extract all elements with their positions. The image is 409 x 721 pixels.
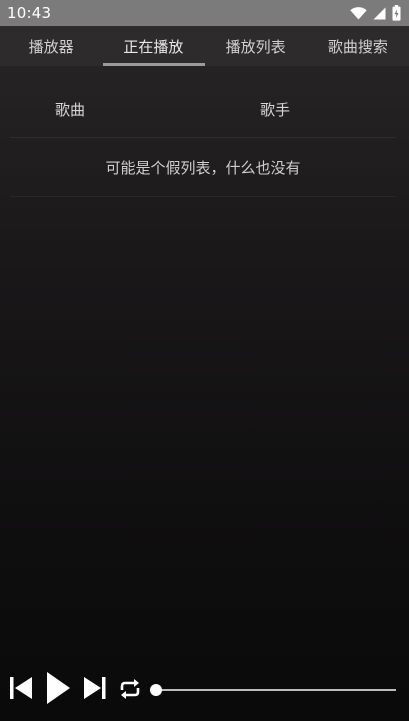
- signal-icon: [373, 7, 386, 20]
- list-header: 歌曲 歌手: [10, 82, 396, 138]
- status-bar: 10:43: [0, 0, 409, 26]
- column-header-song: 歌曲: [55, 101, 86, 119]
- tab-now-playing[interactable]: 正在播放: [102, 26, 205, 66]
- wifi-icon: [350, 6, 367, 20]
- player-controls: [0, 667, 409, 713]
- seek-bar[interactable]: [150, 684, 396, 696]
- play-button[interactable]: [46, 672, 70, 704]
- list-item[interactable]: 可能是个假列表，什么也没有: [10, 139, 396, 197]
- status-time: 10:43: [7, 4, 52, 22]
- column-header-artist: 歌手: [260, 101, 291, 119]
- loop-icon: [120, 679, 140, 699]
- app-root: 10:43 播放器 正在播放 播放列表 歌曲搜索 歌曲 歌手 可能是个假列表，什…: [0, 0, 409, 721]
- play-icon: [47, 672, 70, 704]
- next-button[interactable]: [84, 677, 106, 699]
- tab-song-search[interactable]: 歌曲搜索: [307, 26, 409, 66]
- seek-thumb[interactable]: [150, 684, 162, 696]
- seek-track: [156, 689, 396, 691]
- tab-player[interactable]: 播放器: [0, 26, 102, 66]
- skip-previous-icon: [10, 677, 32, 699]
- battery-icon: [392, 5, 401, 21]
- tab-playlist[interactable]: 播放列表: [205, 26, 307, 66]
- previous-button[interactable]: [9, 677, 33, 699]
- skip-next-icon: [84, 677, 106, 699]
- status-icons: [350, 5, 401, 21]
- loop-button[interactable]: [117, 678, 143, 700]
- tab-bar: 播放器 正在播放 播放列表 歌曲搜索: [0, 26, 409, 66]
